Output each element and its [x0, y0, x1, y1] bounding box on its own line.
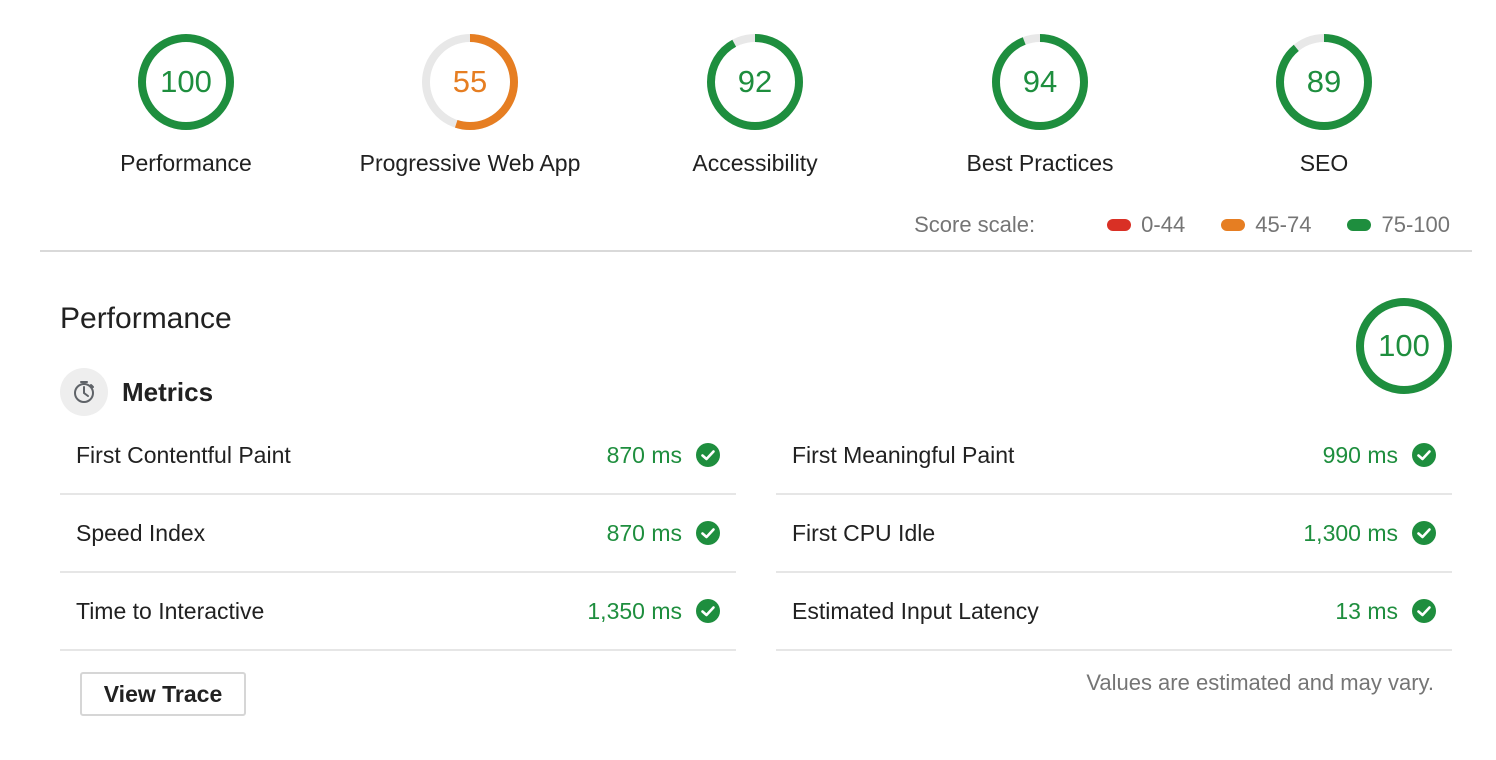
score-value: 100	[1378, 328, 1430, 363]
average-swatch-icon	[1221, 219, 1246, 231]
category-gauges: 100 Performance 55 Progressive Web App 9…	[0, 30, 1496, 190]
scale-range-label: 75-100	[1381, 212, 1450, 237]
metric-first-cpu-idle: First CPU Idle 1,300 ms	[776, 495, 1452, 573]
gauge-pwa[interactable]: 55 Progressive Web App	[320, 30, 620, 177]
gauge-accessibility[interactable]: 92 Accessibility	[605, 30, 905, 177]
stopwatch-icon	[60, 368, 108, 416]
performance-section-gauge[interactable]: 100	[1352, 294, 1456, 398]
score-value: 94	[1022, 64, 1058, 99]
score-ring: 100	[134, 30, 238, 134]
fail-swatch-icon	[1107, 219, 1132, 231]
score-ring: 100	[1352, 294, 1456, 398]
metrics-header: Metrics	[60, 368, 213, 416]
gauge-seo[interactable]: 89 SEO	[1174, 30, 1474, 177]
estimate-footnote: Values are estimated and may vary.	[1086, 670, 1434, 695]
metric-value: 870 ms	[606, 519, 682, 546]
metric-first-meaningful-paint: First Meaningful Paint 990 ms	[776, 417, 1452, 495]
check-circle-icon	[1412, 599, 1436, 623]
score-value: 100	[160, 64, 212, 99]
metric-name: Speed Index	[76, 519, 206, 546]
metric-value: 870 ms	[606, 441, 682, 468]
score-ring: 94	[988, 30, 1092, 134]
metric-name: First Contentful Paint	[76, 441, 291, 468]
metric-speed-index: Speed Index 870 ms	[60, 495, 736, 573]
metric-value: 990 ms	[1322, 441, 1398, 468]
check-circle-icon	[696, 521, 720, 545]
gauge-label: SEO	[1299, 150, 1349, 176]
metrics-column-right: First Meaningful Paint 990 ms First CPU …	[776, 417, 1452, 651]
score-ring: 55	[418, 30, 522, 134]
score-value: 92	[737, 64, 773, 99]
score-scale-legend: Score scale: 0-44 45-74 75-100	[914, 210, 1450, 240]
metrics-column-left: First Contentful Paint 870 ms Speed Inde…	[60, 417, 736, 651]
scale-range-label: 0-44	[1141, 212, 1186, 237]
check-circle-icon	[696, 599, 720, 623]
gauge-label: Performance	[120, 150, 252, 176]
check-circle-icon	[1412, 443, 1436, 467]
metric-name: First CPU Idle	[792, 519, 936, 546]
check-circle-icon	[1412, 521, 1436, 545]
metric-name: Time to Interactive	[76, 597, 265, 624]
score-scale-title: Score scale:	[914, 212, 1036, 237]
metric-first-contentful-paint: First Contentful Paint 870 ms	[60, 417, 736, 495]
metric-estimated-input-latency: Estimated Input Latency 13 ms	[776, 573, 1452, 651]
score-value: 89	[1306, 64, 1342, 99]
gauge-label: Progressive Web App	[359, 150, 581, 176]
gauge-best-practices[interactable]: 94 Best Practices	[890, 30, 1190, 177]
score-ring: 92	[703, 30, 807, 134]
scale-pass: 75-100	[1347, 212, 1450, 238]
scale-fail: 0-44	[1107, 212, 1185, 238]
metrics-title: Metrics	[122, 376, 214, 407]
score-ring: 89	[1272, 30, 1376, 134]
pass-swatch-icon	[1347, 219, 1372, 231]
gauge-label: Accessibility	[692, 150, 818, 176]
scale-average: 45-74	[1221, 212, 1311, 238]
metric-name: Estimated Input Latency	[792, 597, 1039, 624]
metric-time-to-interactive: Time to Interactive 1,350 ms	[60, 573, 736, 651]
metric-value: 1,350 ms	[587, 597, 682, 624]
metric-name: First Meaningful Paint	[792, 441, 1015, 468]
gauge-label: Best Practices	[966, 150, 1114, 176]
view-trace-button[interactable]: View Trace	[80, 672, 246, 716]
metric-value: 1,300 ms	[1303, 519, 1398, 546]
gauge-performance[interactable]: 100 Performance	[36, 30, 336, 177]
performance-section-title: Performance	[60, 302, 232, 335]
scale-range-label: 45-74	[1255, 212, 1312, 237]
score-value: 55	[452, 64, 488, 99]
metric-value: 13 ms	[1335, 597, 1398, 624]
check-circle-icon	[696, 443, 720, 467]
section-divider	[40, 250, 1472, 252]
